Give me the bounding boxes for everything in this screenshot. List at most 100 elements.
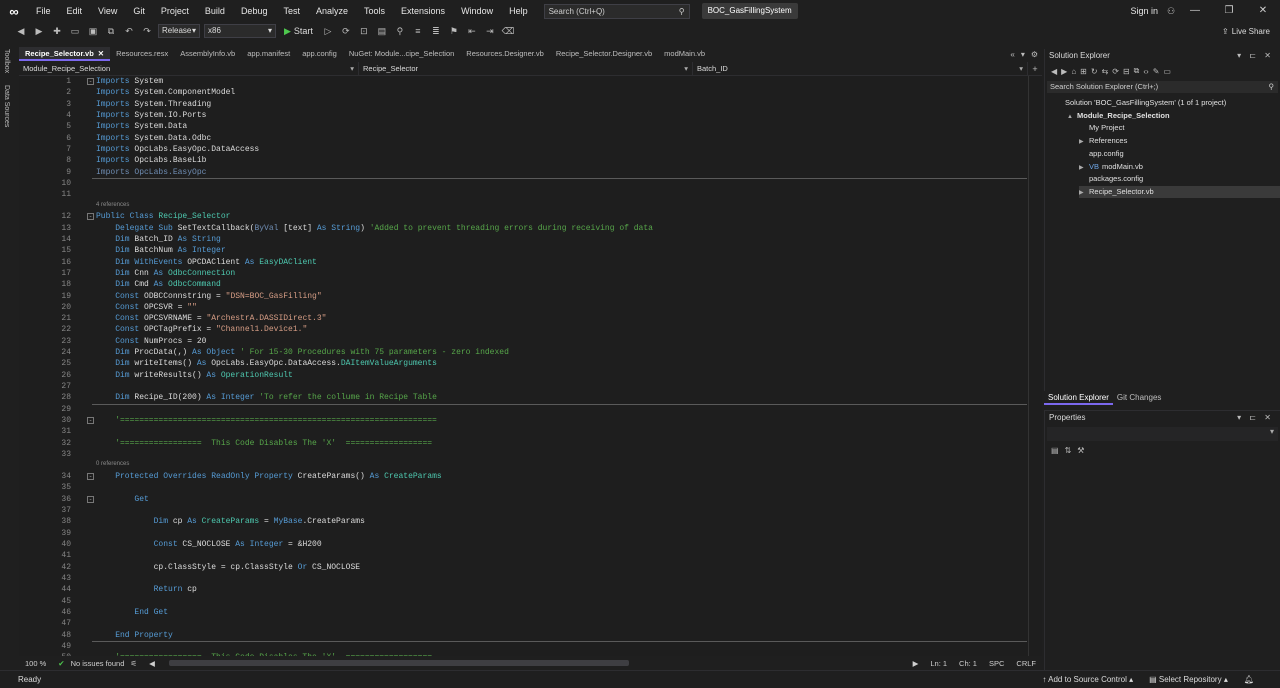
view-code-icon[interactable]: ‹› xyxy=(1143,67,1148,76)
sync-icon[interactable]: ⇆ xyxy=(1102,67,1109,76)
forward-icon[interactable]: ▶ xyxy=(1061,67,1067,76)
menu-item-analyze[interactable]: Analyze xyxy=(308,0,356,22)
code-line[interactable]: 36 - Get xyxy=(19,494,1027,505)
code-line[interactable]: 30 - '===================================… xyxy=(19,415,1027,426)
split-editor-icon[interactable]: + xyxy=(1028,62,1042,75)
live-share-button[interactable]: ⇪ Live Share xyxy=(1222,27,1270,36)
menu-item-help[interactable]: Help xyxy=(501,0,536,22)
code-line[interactable]: 23 Const NumProcs = 20 xyxy=(19,336,1027,347)
back-icon[interactable]: ◀ xyxy=(1051,67,1057,76)
code-line[interactable]: 11 xyxy=(19,189,1027,200)
open-folder-icon[interactable]: ▭ xyxy=(68,24,82,38)
close-tab-icon[interactable]: ✕ xyxy=(98,47,104,59)
code-line[interactable]: 39 xyxy=(19,528,1027,539)
code-line[interactable]: 27 xyxy=(19,381,1027,392)
code-line[interactable]: 13 Delegate Sub SetTextCallback(ByVal [t… xyxy=(19,223,1027,234)
uncomment-icon[interactable]: ≣ xyxy=(429,24,443,38)
code-line[interactable]: 37 xyxy=(19,505,1027,516)
menu-item-project[interactable]: Project xyxy=(153,0,197,22)
document-tab[interactable]: modMain.vb xyxy=(658,47,711,61)
project-dropdown[interactable]: Module_Recipe_Selection ▾ xyxy=(19,62,359,76)
document-tab[interactable]: app.manifest xyxy=(241,47,296,61)
document-tab[interactable]: Resources.resx xyxy=(110,47,174,61)
code-line[interactable]: 1 - Imports System xyxy=(19,76,1027,87)
code-line[interactable]: 19 Const ODBCConnstring = "DSN=BOC_GasFi… xyxy=(19,291,1027,302)
start-without-debugging-icon[interactable]: ▷ xyxy=(321,24,335,38)
code-line[interactable]: 10 xyxy=(19,178,1027,189)
solution-tree-item[interactable]: ▶ Recipe_Selector.vb xyxy=(1079,185,1280,198)
document-tab[interactable]: Recipe_Selector.Designer.vb xyxy=(550,47,658,61)
whitespace-mode[interactable]: SPC xyxy=(983,659,1010,668)
code-cleanup-icon[interactable]: ⚟ xyxy=(124,659,143,668)
collapse-region-icon[interactable]: - xyxy=(87,78,94,85)
menu-item-debug[interactable]: Debug xyxy=(233,0,276,22)
code-line[interactable]: 49 xyxy=(19,641,1027,652)
code-line[interactable]: 4 Imports System.IO.Ports xyxy=(19,110,1027,121)
solution-explorer-search[interactable]: Search Solution Explorer (Ctrl+;) ⚲ xyxy=(1047,81,1278,93)
code-line[interactable]: 22 Const OPCTagPrefix = "Channel1.Device… xyxy=(19,324,1027,335)
code-line[interactable]: 28 Dim Recipe_ID(200) As Integer 'To ref… xyxy=(19,392,1027,403)
code-editor[interactable]: 1- Imports System 2 Imports System.Componen… xyxy=(19,76,1042,656)
expand-arrow-icon[interactable]: ▲ xyxy=(1067,111,1077,123)
document-tab[interactable]: NuGet: Module...cipe_Selection xyxy=(343,47,460,61)
document-tab[interactable]: app.config xyxy=(296,47,343,61)
code-line[interactable]: 45 xyxy=(19,596,1027,607)
undo-icon[interactable]: ↶ xyxy=(122,24,136,38)
code-line[interactable]: 35 xyxy=(19,482,1027,493)
home-icon[interactable]: ⌂ xyxy=(1071,67,1076,76)
hot-reload-icon[interactable]: ⚲ xyxy=(393,24,407,38)
code-line[interactable]: 38 Dim cp As CreateParams = MyBase.Creat… xyxy=(19,516,1027,527)
collapse-region-icon[interactable]: - xyxy=(87,213,94,221)
switch-views-icon[interactable]: ⊞ xyxy=(1080,67,1087,76)
save-all-icon[interactable]: ⧉ xyxy=(104,24,118,38)
code-line[interactable]: 9 Imports OpcLabs.EasyOpc xyxy=(19,167,1027,178)
code-line[interactable]: 15 Dim BatchNum As Integer xyxy=(19,245,1027,256)
code-line[interactable]: 8 Imports OpcLabs.BaseLib xyxy=(19,155,1027,166)
code-line[interactable]: 18 Dim Cmd As OdbcCommand xyxy=(19,279,1027,290)
menu-item-build[interactable]: Build xyxy=(197,0,233,22)
redo-icon[interactable]: ↷ xyxy=(140,24,154,38)
select-repository-button[interactable]: ▤ Select Repository ▴ xyxy=(1149,675,1228,684)
code-line[interactable]: 44 Return cp xyxy=(19,584,1027,595)
menu-item-git[interactable]: Git xyxy=(125,0,153,22)
feedback-icon[interactable]: ⚇ xyxy=(1164,4,1178,18)
expand-arrow-icon[interactable]: ▶ xyxy=(1079,162,1089,174)
zoom-level[interactable]: 100 % xyxy=(19,659,52,668)
tab-git-changes[interactable]: Git Changes xyxy=(1113,391,1165,405)
code-line[interactable]: 41 xyxy=(19,550,1027,561)
notifications-icon[interactable]: 🔔︎ xyxy=(1244,675,1254,684)
code-line[interactable]: 43 xyxy=(19,573,1027,584)
solution-configuration-dropdown[interactable]: Release ▾ xyxy=(158,24,200,38)
navigate-forward-icon[interactable]: ▶ xyxy=(32,24,46,38)
menu-item-file[interactable]: File xyxy=(28,0,59,22)
code-line[interactable]: 5 Imports System.Data xyxy=(19,121,1027,132)
categorized-icon[interactable]: ▤ xyxy=(1051,446,1059,455)
navigate-back-icon[interactable]: ◀ xyxy=(14,24,28,38)
document-tab[interactable]: Recipe_Selector.vb ✕ xyxy=(19,47,111,61)
code-line[interactable]: 25 Dim writeItems() As OpcLabs.EasyOpc.D… xyxy=(19,358,1027,369)
collapse-all-icon[interactable]: ⊟ xyxy=(1123,67,1130,76)
settings-icon[interactable]: ⚙ xyxy=(1031,50,1038,59)
tab-solution-explorer[interactable]: Solution Explorer xyxy=(1044,391,1113,405)
refresh-icon[interactable]: ⟳ xyxy=(339,24,353,38)
code-line[interactable]: 34 - Protected Overrides ReadOnly Propert… xyxy=(19,471,1027,482)
horizontal-scrollbar[interactable] xyxy=(168,660,629,666)
refresh-icon[interactable]: ⟳ xyxy=(1112,67,1119,76)
solution-tree-item[interactable]: Solution 'BOC_GasFillingSystem' (1 of 1 … xyxy=(1055,97,1280,109)
code-line[interactable]: 14 Dim Batch_ID As String xyxy=(19,234,1027,245)
screenshot-icon[interactable]: ▤ xyxy=(375,24,389,38)
code-line[interactable]: 47 xyxy=(19,618,1027,629)
code-line[interactable]: 29 xyxy=(19,404,1027,415)
menu-item-edit[interactable]: Edit xyxy=(59,0,91,22)
bookmark-icon[interactable]: ⚑ xyxy=(447,24,461,38)
data-sources-tab[interactable]: Data Sources xyxy=(3,85,10,127)
code-line[interactable]: 6 Imports System.Data.Odbc xyxy=(19,133,1027,144)
code-line[interactable]: 24 Dim ProcData(,) As Object ' For 15-30… xyxy=(19,347,1027,358)
solution-platform-dropdown[interactable]: x86 ▾ xyxy=(204,24,276,38)
panel-controls[interactable]: ▾ ⊏ ✕ xyxy=(1237,411,1280,425)
close-window-button[interactable]: ✕ xyxy=(1246,0,1280,22)
comment-icon[interactable]: ≡ xyxy=(411,24,425,38)
class-dropdown[interactable]: Recipe_Selector ▾ xyxy=(359,62,693,76)
new-project-icon[interactable]: ✚ xyxy=(50,24,64,38)
solution-tree-item[interactable]: ▶ VB modMain.vb xyxy=(1079,161,1280,173)
